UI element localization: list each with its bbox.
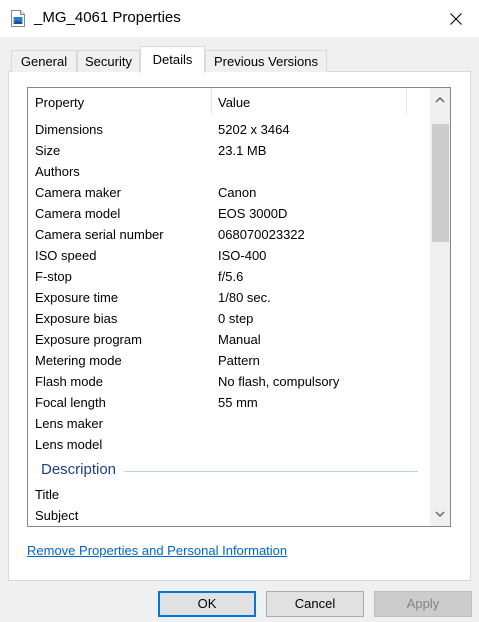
property-name: Size <box>35 143 61 158</box>
table-row[interactable]: Size 23.1 MB <box>28 140 428 161</box>
chevron-down-icon <box>435 511 445 517</box>
property-name: Title <box>35 487 60 502</box>
tab-security[interactable]: Security <box>77 50 140 72</box>
close-button[interactable] <box>433 0 479 37</box>
image-file-icon <box>11 10 25 27</box>
property-value: Canon <box>218 185 257 200</box>
tab-general[interactable]: General <box>11 50 77 72</box>
apply-button[interactable]: Apply <box>374 591 472 617</box>
property-name: Camera maker <box>35 185 121 200</box>
property-name: F-stop <box>35 269 72 284</box>
table-row[interactable]: Exposure time 1/80 sec. <box>28 287 428 308</box>
property-value: 0 step <box>218 311 254 326</box>
table-row[interactable]: ISO speed ISO-400 <box>28 245 428 266</box>
table-row[interactable]: Subject <box>28 505 428 526</box>
table-row[interactable]: Dimensions 5202 x 3464 <box>28 119 428 140</box>
property-name: Exposure time <box>35 290 119 305</box>
window-title: _MG_4061 Properties <box>34 9 181 26</box>
scrollbar-thumb[interactable] <box>432 124 449 242</box>
title-bar: _MG_4061 Properties <box>0 0 479 37</box>
property-name: ISO speed <box>35 248 97 263</box>
group-header-description: Description <box>41 461 117 478</box>
table-row[interactable]: F-stop f/5.6 <box>28 266 428 287</box>
column-header-value[interactable]: Value <box>218 95 250 110</box>
property-name: Subject <box>35 508 79 523</box>
table-row[interactable]: Exposure program Manual <box>28 329 428 350</box>
property-value: Pattern <box>218 353 260 368</box>
property-name: Authors <box>35 164 80 179</box>
property-value: f/5.6 <box>218 269 244 284</box>
property-value: 23.1 MB <box>218 143 267 158</box>
property-name: Camera serial number <box>35 227 164 242</box>
scroll-up-button[interactable] <box>430 90 450 110</box>
property-name: Lens maker <box>35 416 103 431</box>
property-value: No flash, compulsory <box>218 374 340 389</box>
table-row[interactable]: Metering mode Pattern <box>28 350 428 371</box>
scroll-down-button[interactable] <box>430 504 450 524</box>
table-row[interactable]: Authors <box>28 161 428 182</box>
property-value: 55 mm <box>218 395 258 410</box>
table-row[interactable]: Camera model EOS 3000D <box>28 203 428 224</box>
property-value: ISO-400 <box>218 248 267 263</box>
group-divider <box>124 471 418 472</box>
details-list[interactable]: Property Value Dimensions 5202 x 3464 Si… <box>27 87 451 527</box>
close-icon <box>450 12 462 25</box>
remove-properties-link[interactable]: Remove Properties and Personal Informati… <box>27 543 287 558</box>
column-divider[interactable] <box>406 88 407 114</box>
chevron-up-icon <box>435 97 445 103</box>
vertical-scrollbar[interactable] <box>430 88 450 526</box>
cancel-button[interactable]: Cancel <box>266 591 364 617</box>
tab-previous-versions[interactable]: Previous Versions <box>205 50 327 72</box>
table-row[interactable]: Camera serial number 068070023322 <box>28 224 428 245</box>
table-row[interactable]: Lens maker <box>28 413 428 434</box>
property-name: Focal length <box>35 395 106 410</box>
column-divider[interactable] <box>211 88 212 114</box>
property-name: Flash mode <box>35 374 103 389</box>
property-name: Metering mode <box>35 353 122 368</box>
table-row[interactable]: Exposure bias 0 step <box>28 308 428 329</box>
tab-details[interactable]: Details <box>140 46 205 73</box>
property-value: EOS 3000D <box>218 206 288 221</box>
property-name: Lens model <box>35 437 103 452</box>
property-value: 1/80 sec. <box>218 290 271 305</box>
column-header-property[interactable]: Property <box>35 95 84 110</box>
table-row[interactable]: Flash mode No flash, compulsory <box>28 371 428 392</box>
ok-button[interactable]: OK <box>158 591 256 617</box>
property-name: Camera model <box>35 206 121 221</box>
property-name: Exposure bias <box>35 311 118 326</box>
property-name: Exposure program <box>35 332 142 347</box>
table-row[interactable]: Focal length 55 mm <box>28 392 428 413</box>
property-value: Manual <box>218 332 261 347</box>
property-name: Dimensions <box>35 122 103 137</box>
table-row[interactable]: Title <box>28 484 428 505</box>
property-value: 068070023322 <box>218 227 305 242</box>
property-value: 5202 x 3464 <box>218 122 290 137</box>
list-header: Property Value <box>28 88 430 116</box>
table-row[interactable]: Lens model <box>28 434 428 455</box>
table-row[interactable]: Camera maker Canon <box>28 182 428 203</box>
